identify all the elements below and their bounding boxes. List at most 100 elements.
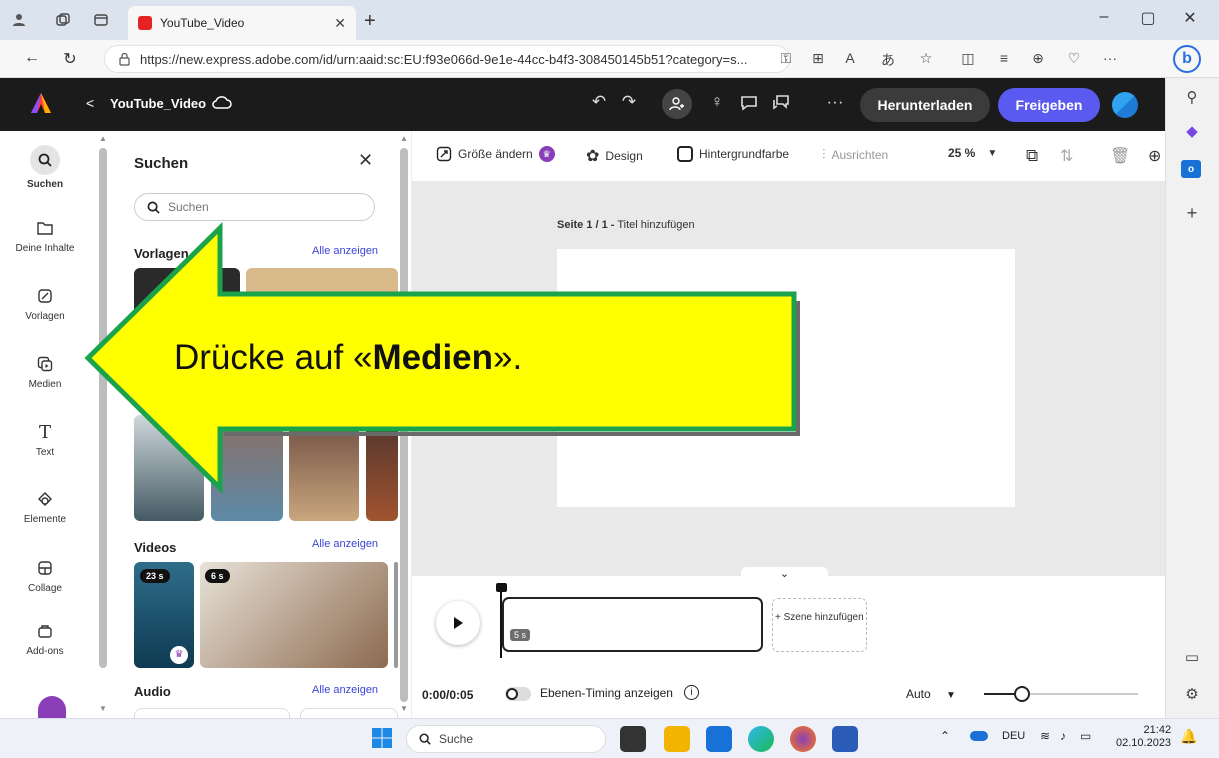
panel-title: Suchen — [134, 155, 189, 172]
zoom-slider-track[interactable] — [1024, 693, 1138, 695]
profile-icon[interactable] — [8, 9, 30, 31]
scroll-up-arrow-icon[interactable]: ▲ — [400, 134, 408, 143]
rail-item-collage[interactable]: Collage — [0, 557, 90, 594]
favorites-list-icon[interactable]: ≡ — [992, 50, 1016, 66]
video-thumbnail[interactable]: 23 s ♛ — [134, 562, 194, 668]
rail-item-your-content[interactable]: Deine Inhalte — [0, 217, 90, 254]
delete-icon[interactable]: 🗑 — [1110, 146, 1130, 166]
health-icon[interactable]: ♡ — [1062, 50, 1086, 67]
arrange-icon[interactable]: ⇅ — [1060, 146, 1073, 166]
undo-icon[interactable]: ↶ — [586, 92, 612, 112]
collapse-timeline-chevron-icon[interactable]: ⌄ — [741, 567, 828, 585]
background-color-button[interactable]: Hintergrundfarbe — [677, 146, 789, 162]
zoom-slider-handle[interactable] — [1014, 686, 1030, 702]
rail-item-search[interactable]: Suchen — [0, 145, 90, 190]
video-thumbnail[interactable]: 6 s — [200, 562, 388, 668]
tray-chevron-icon[interactable]: ⌃ — [940, 729, 950, 743]
scroll-up-arrow-icon[interactable]: ▲ — [99, 134, 107, 143]
word-icon[interactable] — [832, 726, 858, 752]
browser-tab-active[interactable]: YouTube_Video ✕ — [128, 6, 356, 40]
workspaces-icon[interactable] — [52, 9, 74, 31]
premium-crown-icon[interactable] — [38, 696, 66, 718]
apps-icon[interactable]: ⊞ — [806, 50, 830, 67]
speaker-icon[interactable]: ♪ — [1060, 729, 1066, 743]
back-arrow-icon[interactable]: ← — [20, 49, 44, 67]
audio-card[interactable] — [134, 708, 290, 718]
invite-user-icon[interactable] — [662, 89, 692, 119]
redo-icon[interactable]: ↷ — [616, 92, 642, 112]
sidebar-settings-icon[interactable]: ⚙ — [1175, 685, 1209, 703]
scroll-down-arrow-icon[interactable]: ▼ — [99, 704, 107, 713]
sidebar-add-icon[interactable]: + — [1175, 203, 1209, 224]
audio-show-all-link[interactable]: Alle anzeigen — [312, 684, 378, 696]
key-icon[interactable]: ⚿ — [774, 50, 798, 67]
windows-start-icon[interactable] — [371, 727, 393, 749]
file-explorer-icon[interactable] — [664, 726, 690, 752]
favorite-star-icon[interactable]: ☆ — [914, 50, 938, 67]
comments-icon[interactable] — [768, 92, 794, 114]
align-button[interactable]: ⫶ Ausrichten — [822, 146, 888, 163]
firefox-icon[interactable] — [790, 726, 816, 752]
read-aloud-icon[interactable]: A — [838, 50, 862, 66]
rail-item-addons[interactable]: Add-ons — [0, 620, 90, 657]
sidebar-search-icon[interactable]: ⚲ — [1175, 88, 1209, 106]
rail-item-media[interactable]: Medien — [0, 353, 90, 390]
notification-bell-icon[interactable]: 🔔 — [1180, 728, 1197, 745]
tab-actions-icon[interactable] — [90, 9, 112, 31]
onedrive-icon[interactable] — [970, 731, 988, 741]
close-panel-icon[interactable]: ✕ — [358, 150, 373, 171]
system-clock[interactable]: 21:42 02.10.2023 — [1116, 724, 1171, 750]
wifi-icon[interactable]: ≋ — [1040, 729, 1050, 743]
translate-icon[interactable]: あ — [876, 50, 900, 70]
search-input[interactable]: Suchen — [134, 193, 375, 221]
video-thumbnail[interactable] — [394, 562, 398, 668]
zoom-select[interactable]: 25 % ▼ — [948, 146, 997, 160]
sidebar-shopping-icon[interactable]: ◆ — [1175, 122, 1209, 140]
comment-icon[interactable] — [736, 92, 762, 114]
task-view-icon[interactable] — [620, 726, 646, 752]
outlook-icon[interactable]: o — [1181, 160, 1201, 178]
add-page-icon[interactable]: ⊕ — [1148, 146, 1161, 166]
sidebar-hide-icon[interactable]: ▭ — [1175, 648, 1209, 666]
restore-button[interactable]: ▢ — [1130, 8, 1166, 28]
add-scene-button[interactable]: + Szene hinzufügen — [772, 598, 867, 652]
info-icon[interactable]: i — [684, 685, 699, 700]
back-chevron-icon[interactable]: < — [86, 95, 94, 111]
new-tab-button[interactable]: + — [364, 10, 376, 33]
scroll-down-arrow-icon[interactable]: ▼ — [400, 704, 408, 713]
auto-select[interactable]: Auto ▼ — [906, 687, 956, 701]
scene-clip[interactable]: 5 s — [502, 597, 763, 652]
audio-card[interactable] — [300, 708, 398, 718]
reload-icon[interactable]: ↻ — [58, 49, 82, 69]
battery-icon[interactable]: ▭ — [1080, 729, 1091, 743]
url-field[interactable]: https://new.express.adobe.com/id/urn:aai… — [104, 45, 790, 73]
language-indicator[interactable]: DEU — [1002, 730, 1025, 742]
rail-item-templates[interactable]: Vorlagen — [0, 285, 90, 322]
user-avatar[interactable] — [1112, 92, 1138, 118]
close-window-button[interactable]: ✕ — [1172, 8, 1208, 28]
split-screen-icon[interactable]: ◫ — [956, 50, 980, 67]
outlook-taskbar-icon[interactable] — [706, 726, 732, 752]
download-button[interactable]: Herunterladen — [860, 88, 990, 122]
bing-copilot-icon[interactable]: b — [1173, 45, 1201, 73]
taskbar-search[interactable]: Suche — [406, 725, 606, 753]
adobe-logo-icon[interactable] — [30, 92, 52, 114]
layer-timing-toggle[interactable] — [505, 687, 531, 701]
close-tab-icon[interactable]: ✕ — [334, 15, 346, 32]
share-button[interactable]: Freigeben — [998, 88, 1100, 122]
play-button[interactable] — [436, 601, 480, 645]
collections-icon[interactable]: ⊕ — [1026, 50, 1050, 67]
document-title[interactable]: YouTube_Video — [110, 96, 206, 111]
lightbulb-icon[interactable]: ♀ — [704, 92, 730, 112]
rail-item-elements[interactable]: Elemente — [0, 488, 90, 525]
copy-page-icon[interactable]: ⧉ — [1026, 146, 1038, 166]
more-menu-icon[interactable]: ··· — [1098, 50, 1122, 66]
design-button[interactable]: ✿ Design — [586, 146, 643, 166]
videos-show-all-link[interactable]: Alle anzeigen — [312, 538, 378, 550]
playhead-handle[interactable] — [496, 583, 507, 592]
resize-button[interactable]: Größe ändern ♛ — [436, 146, 555, 162]
edge-browser-icon[interactable] — [748, 726, 774, 752]
rail-item-text[interactable]: T Text — [0, 421, 90, 459]
minimize-button[interactable]: – — [1086, 8, 1122, 26]
more-options-icon[interactable]: ··· — [822, 92, 848, 112]
